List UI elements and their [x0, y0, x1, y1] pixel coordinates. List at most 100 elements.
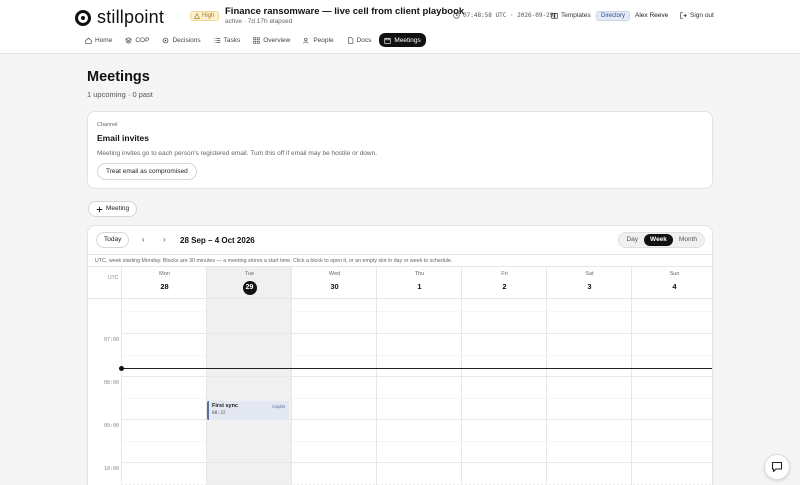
- add-meeting-button[interactable]: Meeting: [88, 201, 138, 217]
- day-name: Wed: [328, 271, 341, 277]
- nav-tab-people[interactable]: People: [298, 33, 338, 47]
- case-title: Finance ransomware — live cell from clie…: [225, 6, 465, 17]
- day-number-text: 2: [502, 282, 507, 291]
- severity-label: High: [202, 13, 215, 19]
- timezone-label: UTC: [108, 275, 119, 281]
- meeting-start: 08:32: [212, 411, 226, 416]
- sign-out-label: Sign out: [690, 12, 714, 19]
- user-name[interactable]: Alex Reeve: [635, 12, 668, 19]
- day-name: Tue: [244, 271, 255, 277]
- grid-header-divider: [88, 298, 712, 299]
- view-day-button[interactable]: Day: [620, 234, 644, 246]
- nav-tab-tasks[interactable]: Tasks: [209, 33, 246, 47]
- day-number: 30: [292, 282, 377, 291]
- app-logo[interactable]: stillpoint: [75, 7, 164, 28]
- templates-link[interactable]: Templates: [551, 12, 591, 19]
- nav-tab-label: COP: [135, 36, 150, 44]
- nav-tab-cop[interactable]: COP: [120, 33, 154, 47]
- app-name: stillpoint: [97, 7, 165, 27]
- chat-button[interactable]: [764, 454, 790, 480]
- calendar-icon: [384, 37, 392, 44]
- nav-tab-label: Meetings: [394, 36, 421, 44]
- hour-line: [121, 376, 712, 377]
- half-hour-line: [121, 441, 712, 442]
- half-hour-line: [121, 311, 712, 312]
- next-week-icon[interactable]: ›: [163, 235, 166, 244]
- channel-heading: Email invites: [97, 133, 149, 143]
- main-nav: Home COP Decisions Tasks Overview People Docs M…: [80, 33, 426, 47]
- day-number: 4: [632, 282, 712, 291]
- prev-week-icon[interactable]: ‹: [142, 235, 145, 244]
- calendar-note: UTC, week starting Monday. Blocks are 30…: [88, 254, 712, 267]
- clock-text: 07:48:58 UTC · 2026-09-29: [463, 12, 554, 19]
- severity-badge: High: [190, 11, 220, 21]
- nav-tab-label: Overview: [263, 36, 291, 44]
- nav-tab-decisions[interactable]: Decisions: [157, 33, 205, 47]
- day-number: 29: [207, 281, 292, 295]
- day-name: Fri: [501, 271, 508, 277]
- day-number-text: 4: [672, 282, 677, 291]
- day-name: Thu: [414, 271, 425, 277]
- nav-tab-label: Docs: [356, 36, 372, 44]
- layers-icon: [125, 36, 133, 44]
- nav-tab-overview[interactable]: Overview: [248, 33, 295, 47]
- nav-tab-docs[interactable]: Docs: [342, 33, 377, 47]
- sign-out-button[interactable]: Sign out: [680, 12, 714, 19]
- doc-icon: [347, 36, 353, 44]
- page-subtitle: 1 upcoming · 0 past: [87, 90, 153, 99]
- add-meeting-label: Meeting: [106, 205, 130, 212]
- logout-icon: [680, 12, 687, 19]
- channel-description: Meeting invites go to each person's regi…: [97, 150, 378, 157]
- alert-icon: [194, 13, 200, 19]
- page-title: Meetings: [87, 69, 150, 85]
- hour-label: 07:00: [104, 337, 120, 343]
- templates-label: Templates: [561, 12, 591, 19]
- week-grid: UTC Mon 28 Tue 29 Wed 30 Thu 1 Fri 2 Sat 3 Sun 4 07:00…: [88, 267, 712, 485]
- day-name: Sat: [585, 271, 594, 277]
- today-marker: 29: [242, 281, 257, 295]
- meeting-block[interactable]: First sync 08:32 Caplist: [207, 401, 289, 420]
- day-name: Sun: [669, 271, 680, 277]
- chat-icon: [771, 461, 783, 473]
- channel-kicker: Channel: [97, 122, 118, 128]
- hour-line: [121, 333, 712, 334]
- nav-bar: Home COP Decisions Tasks Overview People Docs M…: [0, 32, 800, 54]
- calendar-panel: Today ‹ › 28 Sep – 4 Oct 2026 Day Week M…: [87, 225, 713, 485]
- day-number: 2: [462, 282, 547, 291]
- hour-label: 10:00: [104, 466, 120, 472]
- utc-clock: 07:48:58 UTC · 2026-09-29: [453, 12, 553, 19]
- day-name: Mon: [159, 271, 170, 277]
- tasks-icon: [214, 37, 220, 43]
- nav-tab-label: Home: [95, 36, 113, 44]
- current-time-line: [121, 368, 712, 369]
- case-meta: active · 7d 17h elapsed: [225, 18, 293, 25]
- current-time-dot: [119, 366, 124, 371]
- day-number-text: 28: [160, 282, 169, 291]
- view-week-button[interactable]: Week: [644, 234, 673, 246]
- half-hour-line: [121, 355, 712, 356]
- grid-icon: [253, 36, 260, 44]
- day-number: 28: [122, 282, 207, 291]
- hour-line: [121, 462, 712, 463]
- nav-tab-label: Tasks: [223, 36, 241, 44]
- treat-email-compromised-button[interactable]: Treat email as compromised: [97, 163, 197, 180]
- hour-label: 09:00: [104, 423, 120, 429]
- today-button[interactable]: Today: [96, 232, 130, 248]
- hour-label: 08:00: [104, 380, 120, 386]
- day-number-text: 30: [330, 282, 339, 291]
- day-number-text: 3: [587, 282, 592, 291]
- plus-icon: [96, 206, 103, 212]
- logo-icon: [75, 9, 91, 26]
- meeting-title: First sync: [212, 403, 238, 409]
- top-bar: stillpoint High Finance ransomware — liv…: [0, 0, 800, 32]
- nav-tab-meetings[interactable]: Meetings: [379, 33, 426, 47]
- nav-tab-home[interactable]: Home: [80, 33, 117, 47]
- people-icon: [303, 37, 309, 43]
- nav-tab-label: People: [313, 36, 334, 44]
- channel-card: Channel Email invites Meeting invites go…: [87, 111, 713, 189]
- directory-badge[interactable]: Directory: [596, 11, 631, 21]
- clock-icon: [453, 12, 460, 19]
- view-month-button[interactable]: Month: [673, 234, 703, 246]
- nav-tab-label: Decisions: [172, 36, 201, 44]
- day-number: 1: [377, 282, 462, 291]
